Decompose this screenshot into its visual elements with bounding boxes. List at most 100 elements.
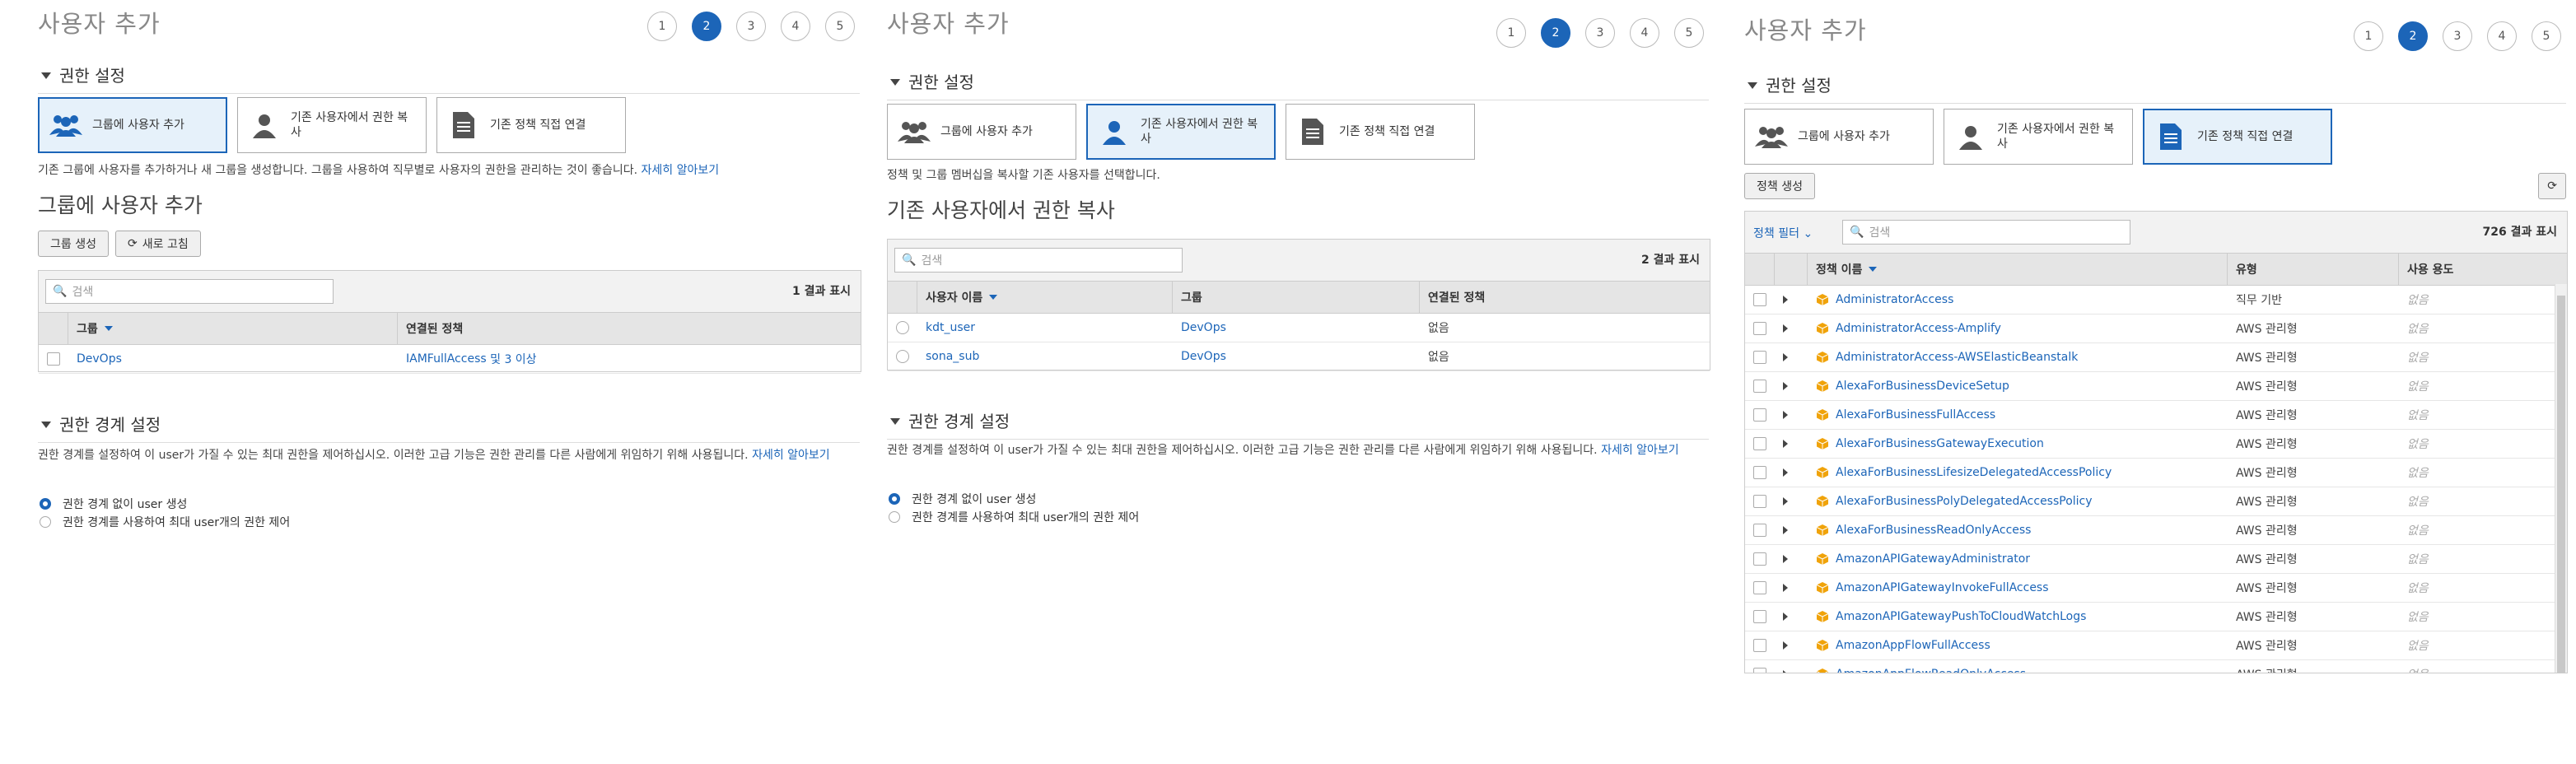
option-add-to-group[interactable]: 그룹에 사용자 추가 <box>38 97 227 153</box>
group-link[interactable]: DevOps <box>1173 314 1420 342</box>
column-group[interactable]: 그룹 <box>68 313 398 344</box>
policy-link[interactable]: IAMFullAccess <box>406 352 487 366</box>
radio-button[interactable] <box>40 516 51 528</box>
expand-toggle[interactable] <box>1775 487 1808 515</box>
policy-name-link[interactable]: AmazonAPIGatewayPushToCloudWatchLogs <box>1836 610 2086 623</box>
step-4[interactable]: 4 <box>2487 21 2517 51</box>
policy-name-link[interactable]: AlexaForBusinessDeviceSetup <box>1836 380 2009 393</box>
expand-toggle[interactable] <box>1775 459 1808 487</box>
step-3[interactable]: 3 <box>1585 18 1615 48</box>
more-policies-link[interactable]: 및 3 이상 <box>490 351 536 367</box>
policy-name-link[interactable]: AlexaForBusinessFullAccess <box>1836 408 1995 422</box>
row-select[interactable] <box>1745 487 1775 515</box>
table-row[interactable]: sona_sub DevOps 없음 <box>888 342 1710 371</box>
row-select[interactable] <box>1745 516 1775 544</box>
radio-use-boundary[interactable]: 권한 경계를 사용하여 최대 user개의 권한 제어 <box>40 514 290 530</box>
step-1[interactable]: 1 <box>647 12 677 41</box>
checkbox[interactable] <box>1753 380 1766 393</box>
checkbox[interactable] <box>1753 322 1766 335</box>
radio-button[interactable] <box>896 321 909 334</box>
row-select[interactable] <box>1745 574 1775 602</box>
checkbox[interactable] <box>1753 495 1766 508</box>
step-1[interactable]: 1 <box>2354 21 2383 51</box>
step-4[interactable]: 4 <box>781 12 810 41</box>
learn-more-link[interactable]: 자세히 알아보기 <box>752 449 830 462</box>
username-link[interactable]: kdt_user <box>917 314 1173 342</box>
create-group-button[interactable]: 그룹 생성 <box>38 231 109 257</box>
table-row[interactable]: AlexaForBusinessPolyDelegatedAccessPolic… <box>1745 487 2567 516</box>
column-type[interactable]: 유형 <box>2228 254 2399 285</box>
table-row[interactable]: AmazonAPIGatewayPushToCloudWatchLogs AWS … <box>1745 603 2567 631</box>
row-select[interactable] <box>1745 660 1775 673</box>
username-link[interactable]: sona_sub <box>917 342 1173 370</box>
policy-name-link[interactable]: AdministratorAccess-AWSElasticBeanstalk <box>1836 351 2078 364</box>
row-select[interactable] <box>1745 286 1775 314</box>
row-select[interactable] <box>888 314 917 342</box>
expand-toggle[interactable] <box>1775 660 1808 673</box>
table-row[interactable]: AmazonAPIGatewayInvokeFullAccess AWS 관리형 없… <box>1745 574 2567 603</box>
step-5[interactable]: 5 <box>1674 18 1704 48</box>
checkbox[interactable] <box>1753 351 1766 364</box>
checkbox[interactable] <box>1753 639 1766 652</box>
radio-button[interactable] <box>889 511 900 523</box>
row-select[interactable] <box>1745 343 1775 371</box>
step-5[interactable]: 5 <box>2532 21 2561 51</box>
policy-name-link[interactable]: AmazonAppFlowFullAccess <box>1836 639 1990 652</box>
radio-button[interactable] <box>40 498 51 510</box>
expand-toggle[interactable] <box>1775 574 1808 602</box>
learn-more-link[interactable]: 자세히 알아보기 <box>1601 444 1679 457</box>
policy-name-link[interactable]: AlexaForBusinessPolyDelegatedAccessPolic… <box>1836 495 2093 508</box>
policy-name-link[interactable]: AmazonAPIGatewayAdministrator <box>1836 552 2030 566</box>
expand-toggle[interactable] <box>1775 516 1808 544</box>
table-row[interactable]: kdt_user DevOps 없음 <box>888 314 1710 342</box>
column-policy-name[interactable]: 정책 이름 <box>1808 254 2228 285</box>
table-row[interactable]: AdministratorAccess 직무 기반 없음 <box>1745 286 2567 314</box>
permissions-section-header[interactable]: 권한 설정 <box>1744 72 2566 104</box>
option-attach-policies[interactable]: 기존 정책 직접 연결 <box>436 97 626 153</box>
row-select[interactable] <box>1745 314 1775 342</box>
step-1[interactable]: 1 <box>1496 18 1526 48</box>
expand-toggle[interactable] <box>1775 545 1808 573</box>
checkbox[interactable] <box>1753 610 1766 623</box>
policy-name-link[interactable]: AmazonAppFlowReadOnlyAccess <box>1836 668 2026 673</box>
radio-button[interactable] <box>896 350 909 363</box>
option-attach-policies[interactable]: 기존 정책 직접 연결 <box>2143 109 2332 165</box>
table-row[interactable]: AlexaForBusinessReadOnlyAccess AWS 관리형 없음 <box>1745 516 2567 545</box>
policy-name-link[interactable]: AmazonAPIGatewayInvokeFullAccess <box>1836 581 2049 594</box>
checkbox[interactable] <box>1753 437 1766 450</box>
column-username[interactable]: 사용자 이름 <box>917 282 1173 313</box>
policy-name-link[interactable]: AlexaForBusinessGatewayExecution <box>1836 437 2044 450</box>
option-copy-from-user[interactable]: 기존 사용자에서 권한 복사 <box>237 97 427 153</box>
table-row[interactable]: AdministratorAccess-AWSElasticBeanstalk A… <box>1745 343 2567 372</box>
expand-toggle[interactable] <box>1775 631 1808 659</box>
row-select[interactable] <box>1745 430 1775 458</box>
learn-more-link[interactable]: 자세히 알아보기 <box>642 164 720 177</box>
refresh-button[interactable]: ⟳ <box>2538 173 2566 199</box>
expand-toggle[interactable] <box>1775 343 1808 371</box>
row-select[interactable] <box>1745 372 1775 400</box>
vertical-scrollbar[interactable] <box>2555 284 2567 673</box>
row-select[interactable] <box>1745 631 1775 659</box>
radio-button[interactable] <box>889 493 900 505</box>
step-2[interactable]: 2 <box>692 12 721 41</box>
policy-name-link[interactable]: AdministratorAccess-Amplify <box>1836 322 2001 335</box>
table-row[interactable]: AmazonAppFlowFullAccess AWS 관리형 없음 <box>1745 631 2567 660</box>
step-4[interactable]: 4 <box>1630 18 1659 48</box>
expand-toggle[interactable] <box>1775 314 1808 342</box>
checkbox[interactable] <box>1753 466 1766 479</box>
option-attach-policies[interactable]: 기존 정책 직접 연결 <box>1286 104 1475 160</box>
option-copy-from-user[interactable]: 기존 사용자에서 권한 복사 <box>1944 109 2133 165</box>
checkbox[interactable] <box>1753 552 1766 566</box>
permissions-section-header[interactable]: 권한 설정 <box>38 63 860 94</box>
step-2[interactable]: 2 <box>2398 21 2428 51</box>
group-link[interactable]: DevOps <box>1173 342 1420 370</box>
row-select[interactable] <box>1745 545 1775 573</box>
radio-no-boundary[interactable]: 권한 경계 없이 user 생성 <box>889 491 1036 507</box>
checkbox[interactable] <box>1753 408 1766 422</box>
search-input[interactable]: 🔍 검색 <box>45 279 334 304</box>
radio-use-boundary[interactable]: 권한 경계를 사용하여 최대 user개의 권한 제어 <box>889 509 1139 525</box>
checkbox[interactable] <box>1753 581 1766 594</box>
table-row[interactable]: AlexaForBusinessGatewayExecution AWS 관리형 없… <box>1745 430 2567 459</box>
permissions-section-header[interactable]: 권한 설정 <box>887 69 1709 100</box>
step-3[interactable]: 3 <box>2443 21 2472 51</box>
